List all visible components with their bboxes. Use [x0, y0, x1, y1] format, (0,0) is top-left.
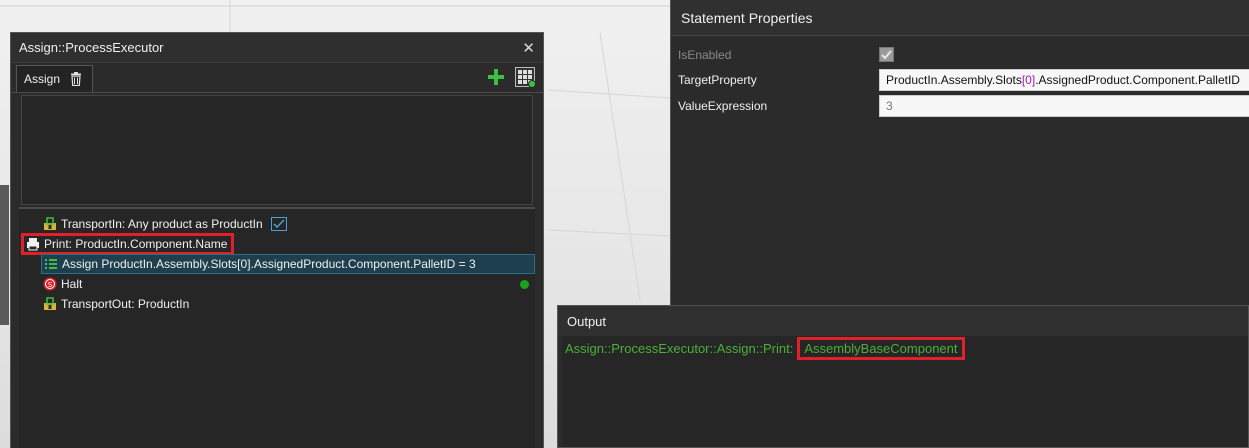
transport-in-icon [44, 217, 56, 230]
statement-list: TransportIn: Any product as ProductIn Pr… [19, 207, 535, 448]
targetproperty-index: [0] [1021, 73, 1036, 87]
statement-print[interactable]: Print: ProductIn.Component.Name [19, 233, 535, 255]
valueexpression-field[interactable]: 3 [879, 95, 1249, 117]
statement-properties-panel: Statement Properties IsEnabled TargetPro… [670, 0, 1249, 305]
properties-title: Statement Properties [671, 0, 1249, 36]
statement-label: TransportIn: Any product as ProductIn [61, 217, 263, 231]
executor-title: Assign::ProcessExecutor [19, 40, 164, 55]
printer-icon [27, 238, 39, 251]
statement-assign[interactable]: Assign ProductIn.Assembly.Slots[0].Assig… [41, 254, 535, 274]
tab-toolbar [487, 67, 536, 88]
process-executor-panel: Assign::ProcessExecutor ✕ Assign Transpo… [10, 32, 544, 448]
svg-text:S: S [48, 281, 53, 289]
viewport-object [0, 185, 9, 325]
tab-label: Assign [24, 72, 61, 86]
statement-transport-in[interactable]: TransportIn: Any product as ProductIn [19, 214, 535, 234]
executor-body: TransportIn: Any product as ProductIn Pr… [19, 95, 535, 448]
statement-halt[interactable]: S Halt [19, 274, 535, 294]
add-statement-icon[interactable] [487, 68, 505, 86]
output-title: Output [558, 306, 1248, 336]
valueexpression-label: ValueExpression [678, 99, 768, 113]
targetproperty-suffix: .AssignedProduct.Component.PalletID [1035, 73, 1240, 87]
prop-row-isenabled: IsEnabled [671, 44, 1249, 66]
executor-title-bar: Assign::ProcessExecutor ✕ [11, 33, 543, 63]
isenabled-checkbox[interactable] [879, 47, 894, 62]
trash-icon[interactable] [70, 72, 82, 86]
status-dot [520, 280, 529, 289]
statement-label: Assign ProductIn.Assembly.Slots[0].Assig… [62, 257, 476, 271]
output-line-value: AssemblyBaseComponent [797, 337, 965, 360]
tab-assign[interactable]: Assign [16, 65, 94, 92]
halt-icon: S [43, 277, 57, 291]
print-highlight-box: Print: ProductIn.Component.Name [21, 233, 235, 255]
statement-label: Print: ProductIn.Component.Name [44, 237, 228, 251]
statement-label: Halt [61, 277, 83, 291]
close-icon[interactable]: ✕ [522, 39, 535, 57]
prop-row-targetproperty: TargetProperty ProductIn.Assembly.Slots[… [671, 69, 1249, 91]
statement-label: TransportOut: ProductIn [61, 297, 190, 311]
transport-out-icon [44, 297, 56, 310]
assign-icon [45, 259, 57, 269]
output-line-prefix: Assign::ProcessExecutor::Assign::Print: [565, 341, 794, 356]
output-panel: Output Assign::ProcessExecutor::Assign::… [557, 305, 1249, 448]
targetproperty-field[interactable]: ProductIn.Assembly.Slots[0].AssignedProd… [879, 69, 1249, 91]
executor-tab-bar: Assign [11, 63, 543, 93]
statement-transport-out[interactable]: TransportOut: ProductIn [19, 294, 535, 314]
targetproperty-label: TargetProperty [678, 73, 757, 87]
statement-editor-area[interactable] [21, 95, 533, 205]
checklist-icon[interactable] [270, 217, 287, 231]
isenabled-label: IsEnabled [678, 48, 732, 62]
prop-row-valueexpression: ValueExpression 3 [671, 95, 1249, 117]
output-log[interactable]: Assign::ProcessExecutor::Assign::Print: A… [562, 336, 1248, 447]
statement-grid-icon[interactable] [515, 67, 536, 88]
targetproperty-prefix: ProductIn.Assembly.Slots [886, 73, 1022, 87]
